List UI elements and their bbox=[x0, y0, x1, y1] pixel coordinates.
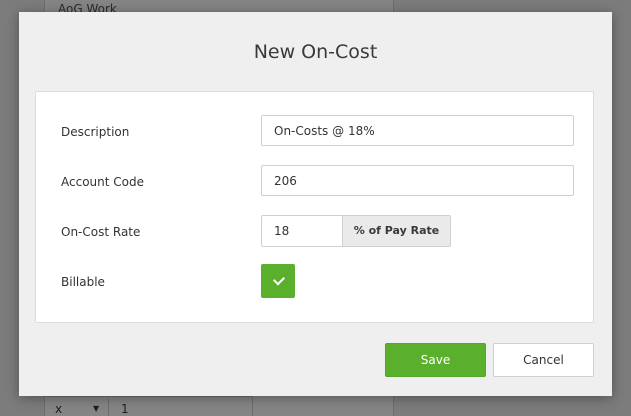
billable-checkbox[interactable] bbox=[261, 264, 295, 298]
new-on-cost-modal: New On-Cost Description Account Code On-… bbox=[19, 12, 612, 396]
on-cost-rate-input[interactable] bbox=[261, 215, 343, 247]
background-select: x ▼ bbox=[46, 399, 109, 416]
description-label: Description bbox=[61, 125, 130, 139]
rate-unit-addon: % of Pay Rate bbox=[342, 215, 451, 247]
caret-down-icon: ▼ bbox=[93, 404, 100, 413]
account-code-label: Account Code bbox=[61, 175, 144, 189]
modal-title: New On-Cost bbox=[253, 41, 378, 63]
background-select-value: x bbox=[55, 402, 63, 416]
description-input[interactable] bbox=[261, 115, 574, 146]
on-cost-rate-label: On-Cost Rate bbox=[61, 225, 141, 239]
billable-label: Billable bbox=[61, 275, 105, 289]
save-button[interactable]: Save bbox=[385, 343, 486, 377]
background-number: 1 bbox=[121, 402, 129, 416]
cancel-button[interactable]: Cancel bbox=[493, 343, 594, 377]
background-divider bbox=[252, 396, 253, 416]
modal-form: Description Account Code On-Cost Rate % … bbox=[35, 91, 594, 323]
account-code-input[interactable] bbox=[261, 165, 574, 196]
check-icon bbox=[272, 273, 286, 286]
